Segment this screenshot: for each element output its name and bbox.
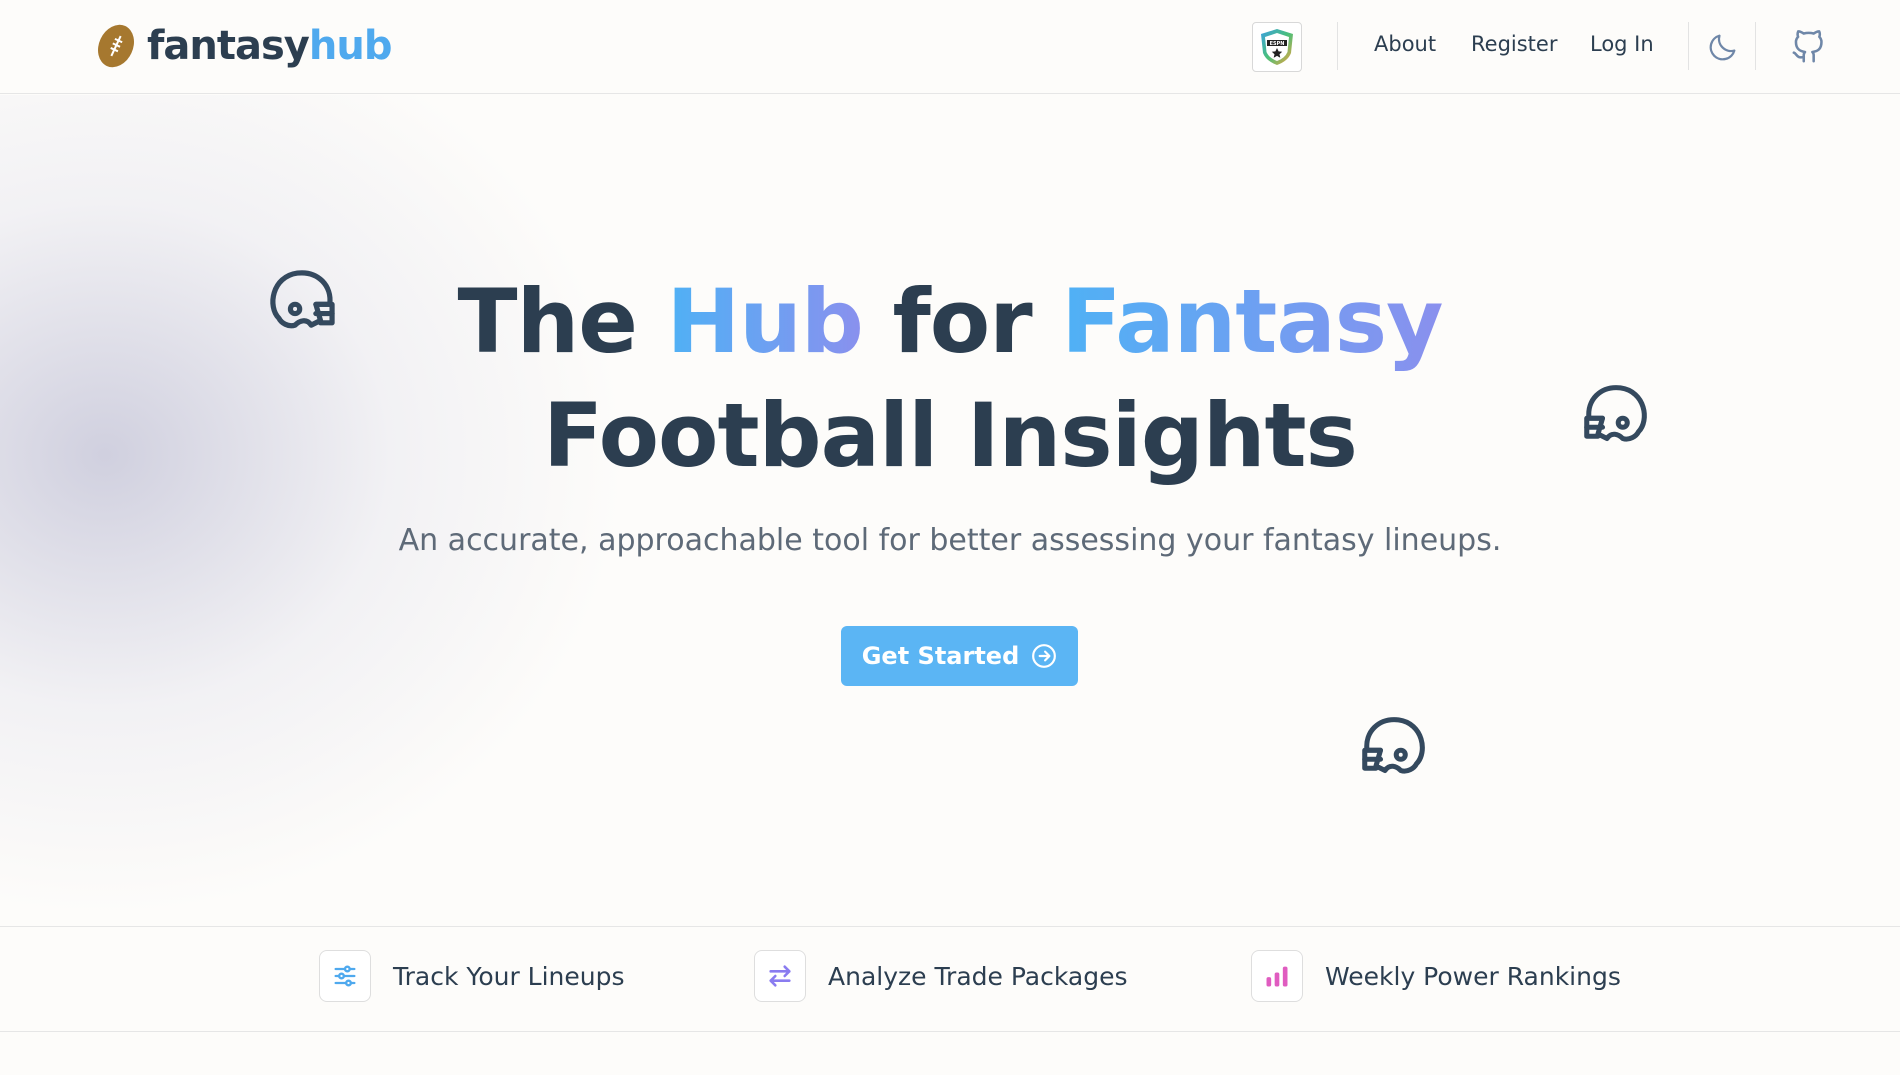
nav-divider — [1755, 22, 1756, 70]
moon-icon[interactable] — [1706, 30, 1740, 64]
arrows-swap-icon — [769, 965, 791, 987]
hero-background — [0, 95, 1900, 925]
arrow-right-circle-icon — [1032, 644, 1057, 668]
hero-title-highlight: Hub — [666, 270, 864, 373]
hero-title-word: for — [892, 270, 1032, 373]
feature-icon-box — [319, 950, 371, 1002]
football-helmet-icon — [1362, 717, 1425, 774]
features-strip: Track Your Lineups Analyze Trade Package… — [0, 926, 1900, 1032]
github-icon[interactable] — [1791, 30, 1825, 64]
get-started-button[interactable]: Get Started — [841, 626, 1078, 686]
hero-title-highlight: Fantasy — [1061, 270, 1443, 373]
get-started-label: Get Started — [861, 642, 1020, 670]
feature-icon-box — [754, 950, 806, 1002]
feature-icon-box — [1251, 950, 1303, 1002]
brand-name-part1: fantasy — [147, 23, 310, 69]
nav-link-register[interactable]: Register — [1471, 32, 1557, 56]
brand-logo[interactable]: fantasyhub — [93, 20, 393, 72]
feature-label: Weekly Power Rankings — [1325, 961, 1621, 991]
hero-title-word: The — [457, 270, 638, 373]
feature-power-rankings[interactable]: Weekly Power Rankings — [1251, 950, 1621, 1002]
feature-label: Analyze Trade Packages — [828, 961, 1128, 991]
brand-name-part2: hub — [308, 23, 393, 69]
svg-text:ESPN: ESPN — [1270, 41, 1285, 47]
brand-name: fantasyhub — [147, 23, 393, 69]
navbar: fantasyhub ESPN About Register Log In — [0, 0, 1900, 94]
hero-subtitle: An accurate, approachable tool for bette… — [398, 523, 1502, 558]
feature-analyze-trades[interactable]: Analyze Trade Packages — [754, 950, 1128, 1002]
feature-track-lineups[interactable]: Track Your Lineups — [319, 950, 625, 1002]
nav-link-about[interactable]: About — [1374, 32, 1436, 56]
football-logo-icon — [98, 24, 134, 68]
hero-title-line2: Football Insights — [543, 384, 1358, 487]
sliders-icon — [334, 965, 356, 987]
nav-divider — [1688, 22, 1689, 70]
nav-link-login[interactable]: Log In — [1590, 32, 1654, 56]
bar-chart-icon — [1266, 966, 1288, 987]
nav-divider — [1337, 22, 1338, 70]
hero-title: The Hub for Fantasy Football Insights — [0, 265, 1900, 493]
feature-label: Track Your Lineups — [393, 961, 625, 991]
espn-connect-button[interactable]: ESPN — [1252, 22, 1302, 72]
espn-fantasy-shield-icon: ESPN — [1261, 29, 1293, 65]
